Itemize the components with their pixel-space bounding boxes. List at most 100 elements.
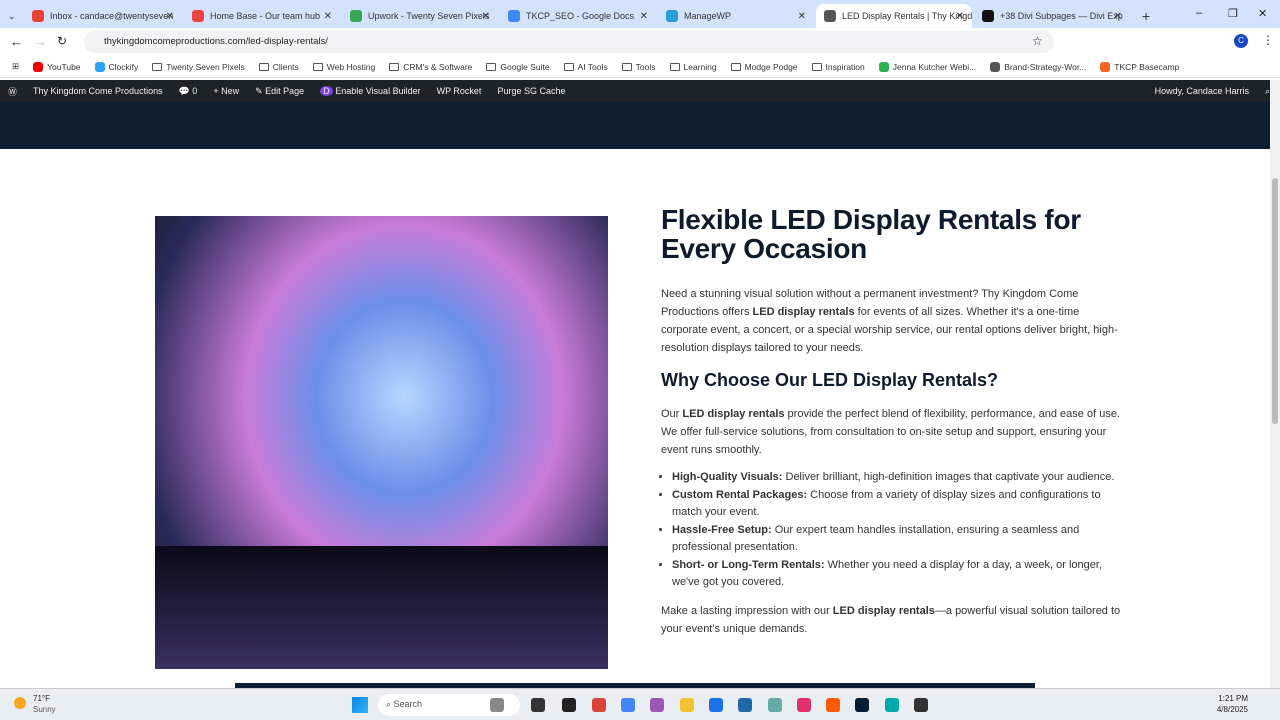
close-tab-icon[interactable]: ✕	[482, 11, 490, 22]
scrollbar-thumb[interactable]	[1272, 178, 1278, 424]
browser-tab[interactable]: Upwork - Twenty Seven Pixels ✕	[342, 4, 498, 28]
back-icon[interactable]: ←	[10, 34, 23, 49]
bookmark-label: Jenna Kutcher Webi...	[892, 61, 977, 72]
weather-temp[interactable]: 71°F	[33, 694, 50, 703]
bookmark-item[interactable]: Learning	[669, 62, 717, 72]
benefits-list: High-Quality Visuals: Deliver brilliant,…	[672, 469, 1121, 592]
taskbar-app-icon[interactable]	[709, 698, 723, 712]
admin-comments[interactable]: 💬 0	[179, 86, 198, 97]
tab-title: TKCP_SEO - Google Docs	[526, 11, 635, 21]
bookmark-item[interactable]: Clients	[258, 62, 299, 72]
taskbar-app-icon[interactable]	[592, 698, 606, 712]
bookmark-star-icon[interactable]: ☆	[1032, 34, 1043, 48]
taskbar-app-icon[interactable]	[490, 698, 504, 712]
bookmark-item[interactable]: Modge Podge	[730, 61, 798, 72]
url-input[interactable]: thykingdomcomeproductions.com/led-displa…	[84, 31, 1054, 53]
bookmark-label: Google Suite	[500, 61, 550, 72]
tab-list-button[interactable]: ⌄	[0, 4, 24, 28]
bookmark-label: YouTube	[47, 61, 81, 72]
bookmark-label: Web Hosting	[326, 61, 376, 72]
intro-paragraph: Need a stunning visual solution without …	[661, 288, 1118, 354]
taskbar-app-icon[interactable]	[797, 698, 811, 712]
browser-tab[interactable]: ManageWP ✕	[658, 4, 814, 28]
forward-icon[interactable]: →	[34, 34, 47, 49]
benefit-item: Custom Rental Packages: Choose from a va…	[672, 487, 1121, 522]
vb-label: Enable Visual Builder	[335, 86, 421, 96]
tab-bar: ⌄ Inbox - candace@twentyseven ✕ Home Base …	[0, 0, 1280, 28]
taskbar-app-icon[interactable]	[914, 698, 928, 712]
admin-edit-page[interactable]: ✎ Edit Page	[255, 86, 304, 97]
bookmark-item[interactable]: Inspiration	[811, 62, 865, 72]
bookmark-item[interactable]: Twenty Seven Pixels	[152, 61, 245, 72]
windows-start-icon[interactable]	[352, 697, 368, 713]
menu-icon[interactable]: ⋮	[1262, 33, 1274, 47]
profile-avatar[interactable]: C	[1234, 34, 1248, 48]
bookmark-favicon-icon	[990, 61, 1001, 72]
bookmark-item[interactable]: Google Suite	[486, 61, 550, 72]
bookmark-item[interactable]: Jenna Kutcher Webi...	[878, 61, 977, 72]
browser-tab[interactable]: +38 Divi Subpages — Divi Exp ✕	[974, 4, 1130, 28]
bookmark-item[interactable]: YouTube	[33, 61, 81, 72]
browser-tab[interactable]: Inbox - candace@twentyseven ✕	[24, 4, 182, 28]
bookmark-item[interactable]: CRM's & Software	[389, 62, 472, 72]
bookmark-item[interactable]: Tools	[621, 61, 656, 72]
folder-icon	[669, 62, 680, 71]
folder-icon	[563, 62, 574, 71]
taskbar-app-icon[interactable]	[768, 698, 782, 712]
admin-new[interactable]: + New	[213, 86, 239, 96]
close-tab-icon[interactable]: ✕	[956, 11, 964, 22]
folder-icon	[312, 62, 323, 71]
admin-howdy[interactable]: Howdy, Candace Harris	[1155, 86, 1249, 96]
apps-grid-icon[interactable]: ⊞	[12, 61, 19, 72]
clock-time[interactable]: 1:21 PM	[1198, 694, 1248, 703]
new-tab-button[interactable]: +	[1134, 4, 1158, 28]
close-tab-icon[interactable]: ✕	[640, 11, 648, 22]
taskbar-app-icon[interactable]	[680, 698, 694, 712]
taskbar-app-icon[interactable]	[650, 698, 664, 712]
bookmark-item[interactable]: AI Tools	[563, 61, 608, 72]
admin-site-link[interactable]: Thy Kingdom Come Productions	[33, 86, 163, 96]
close-tab-icon[interactable]: ✕	[324, 11, 332, 22]
admin-visual-builder[interactable]: D Enable Visual Builder	[320, 86, 421, 96]
taskbar-app-icon[interactable]	[531, 698, 545, 712]
bookmark-item[interactable]: Clockify	[94, 61, 138, 72]
folder-icon	[486, 62, 497, 71]
taskbar-app-icon[interactable]	[738, 698, 752, 712]
minimize-button[interactable]: –	[1196, 7, 1202, 19]
taskbar-app-icon[interactable]	[855, 698, 869, 712]
bookmark-label: Tools	[635, 61, 656, 72]
browser-tab[interactable]: LED Display Rentals | Thy Kingd ✕	[816, 4, 972, 28]
taskbar-app-icon[interactable]	[621, 698, 635, 712]
weather-desc[interactable]: Sunny	[33, 705, 56, 714]
content-column: Flexible LED Display Rentals for Every O…	[661, 205, 1121, 638]
taskbar-app-icon[interactable]	[885, 698, 899, 712]
tab-favicon-icon	[666, 10, 678, 22]
clock-date[interactable]: 4/8/2025	[1198, 705, 1248, 714]
wp-admin-bar: Ⓦ Thy Kingdom Come Productions 💬 0 + New…	[0, 80, 1280, 102]
taskbar-app-icon[interactable]	[562, 698, 576, 712]
bookmark-item[interactable]: TKCP Basecamp	[1100, 61, 1179, 72]
admin-purge-cache[interactable]: Purge SG Cache	[497, 86, 565, 96]
maximize-button[interactable]: ❐	[1228, 7, 1238, 20]
close-tab-icon[interactable]: ✕	[166, 11, 174, 22]
close-tab-icon[interactable]: ✕	[1114, 11, 1122, 22]
taskbar-app-icon[interactable]	[826, 698, 840, 712]
bookmark-item[interactable]: Web Hosting	[312, 61, 376, 72]
browser-tab[interactable]: TKCP_SEO - Google Docs ✕	[500, 4, 656, 28]
browser-tab[interactable]: Home Base - Our team hub ✕	[184, 4, 340, 28]
folder-icon	[811, 62, 822, 71]
new-label: New	[221, 86, 240, 96]
close-window-button[interactable]: ✕	[1258, 7, 1267, 20]
folder-icon	[389, 62, 400, 71]
bookmark-item[interactable]: Brand-Strategy-Wor...	[990, 61, 1086, 72]
bookmark-label: Twenty Seven Pixels	[166, 61, 245, 72]
bookmark-favicon-icon	[33, 61, 44, 72]
bookmark-label: Modge Podge	[744, 61, 798, 72]
admin-wp-rocket[interactable]: WP Rocket	[437, 86, 482, 96]
reload-icon[interactable]: ↻	[57, 34, 67, 48]
wordpress-logo-icon[interactable]: Ⓦ	[8, 85, 17, 98]
comments-count: 0	[192, 85, 198, 96]
close-tab-icon[interactable]: ✕	[798, 11, 806, 22]
bookmark-label: AI Tools	[577, 61, 608, 72]
tab-title: Upwork - Twenty Seven Pixels	[368, 11, 490, 21]
